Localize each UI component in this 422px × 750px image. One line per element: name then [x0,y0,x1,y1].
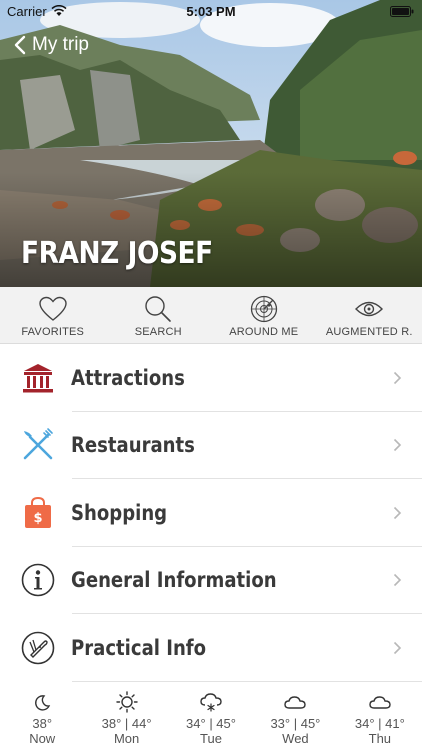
search-label: SEARCH [134,326,182,338]
menu-item-general-information[interactable]: General Information [0,547,422,615]
eye-icon [355,301,384,317]
weather-day: 34° | 41° Thu [338,683,422,750]
weather-day: 38° Now [0,683,84,750]
weather-day-label: Thu [368,731,392,746]
moon-icon [35,695,51,711]
city-title: FRANZ JOSEF [21,236,213,271]
menu-item-restaurants[interactable]: Restaurants [0,412,422,480]
menu-item-practical-info[interactable]: Practical Info [0,614,422,682]
weather-temp: 38° | 44° [101,716,152,731]
favorites-label: FAVORITES [21,326,85,338]
weather-day-label: Now [29,731,56,746]
status-time: 5:03 PM [186,4,236,19]
back-button[interactable]: My trip [14,33,89,57]
menu-item-label: Attractions [71,365,185,390]
museum-icon [23,363,53,393]
radar-icon [250,295,277,323]
back-button-label: My trip [32,34,89,55]
weather-temp: 34° | 45° [186,716,236,731]
menu-item-attractions[interactable]: Attractions [0,344,422,412]
menu-item-label: General Information [71,568,277,593]
sun-icon [115,691,138,713]
weather-day-label: Tue [200,731,222,746]
chevron-left-icon [14,35,26,55]
chevron-right-icon [393,506,402,519]
weather-temp: 38° [32,716,53,731]
swiss-knife-icon [21,631,55,665]
search-button[interactable]: SEARCH [106,287,212,343]
chevron-right-icon [393,371,402,384]
chevron-right-icon [393,574,402,587]
magnifier-icon [145,296,172,322]
weather-day: 38° | 44° Mon [84,683,168,750]
augmented-reality-button[interactable]: AUGMENTED R. [317,287,422,343]
cloud-icon [369,696,391,709]
weather-temp: 34° | 41° [354,716,405,731]
svg-text:$: $ [33,511,42,526]
snow-cloud-icon [200,693,222,712]
menu-item-label: Shopping [71,500,168,525]
augmented-reality-label: AUGMENTED R. [325,326,413,338]
weather-temp: 33° | 45° [270,716,321,731]
hero-banner: Carrier 5:03 PM My trip FRANZ JOSEF [0,0,422,287]
around-me-button[interactable]: AROUND ME [211,287,317,343]
weather-day-label: Mon [113,731,140,746]
weather-day-label: Wed [282,731,309,746]
menu-item-label: Practical Info [71,635,207,660]
shopping-bag-icon: $ [25,496,51,528]
chevron-right-icon [393,641,402,654]
action-toolbar: FAVORITES SEARCH AROUND ME AUGMENTED R. [0,287,422,344]
status-bar: Carrier 5:03 PM [0,0,422,22]
menu-item-shopping[interactable]: $ Shopping [0,479,422,547]
cloud-icon [284,696,307,709]
fork-knife-icon [23,428,53,460]
weather-day: 33° | 45° Wed [253,683,337,750]
weather-forecast: 38° Now 38° | 44° Mon 34° | 45° Tue 33° … [0,683,422,750]
heart-icon [39,296,67,321]
favorites-button[interactable]: FAVORITES [0,287,106,343]
category-menu: Attractions Restaurants $ Shopping Gener… [0,344,422,682]
chevron-right-icon [393,439,402,452]
around-me-label: AROUND ME [229,326,299,338]
battery-icon [390,6,414,17]
weather-day: 34° | 45° Tue [169,683,253,750]
info-icon [21,563,55,597]
menu-item-label: Restaurants [71,433,195,458]
